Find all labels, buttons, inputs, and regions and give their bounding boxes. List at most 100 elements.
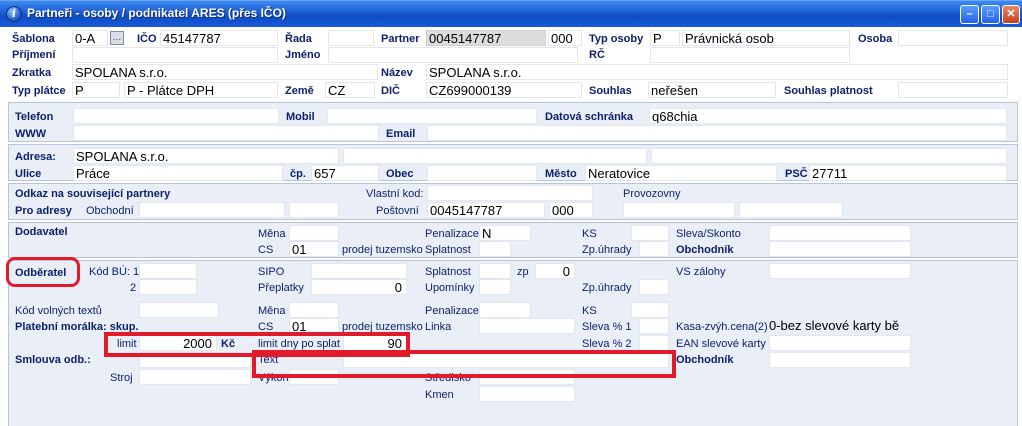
typ-platce-field[interactable]: P - Plátce DPH [124,82,278,98]
nazev-label: Název [381,67,413,79]
nazev-field[interactable]: SPOLANA s.r.o. [426,64,1008,80]
zkratka-label: Zkratka [12,67,52,79]
stroj-field[interactable] [139,369,251,385]
adresa-field[interactable]: SPOLANA s.r.o. [73,148,339,164]
dod-penalizace-field[interactable]: N [479,225,531,241]
kmen-field[interactable] [479,386,575,402]
odb-obchodnik-field[interactable] [769,352,911,368]
osoba-field[interactable] [898,30,1008,46]
ulice-field[interactable]: Práce [73,165,283,181]
smlouva-label: Smlouva odb.: [15,354,91,366]
dic-field[interactable]: CZ699000139 [426,82,582,98]
adresa-field-2[interactable] [343,148,647,164]
cp-field[interactable]: 657 [311,165,379,181]
limit-dny-field[interactable]: 90 [343,335,407,351]
obchodni-field[interactable] [139,202,285,218]
stredisko-field[interactable] [479,369,575,385]
postovni-suffix-field[interactable]: 000 [549,202,593,218]
sablona-picker-button[interactable]: … [110,31,124,45]
window-titlebar[interactable]: i Partneři - osoby / podnikatel ARES (př… [0,0,1022,27]
sleva2-field[interactable] [639,335,669,351]
ean-field[interactable] [769,335,911,351]
zkratka-field[interactable]: SPOLANA s.r.o. [72,64,378,80]
datova-schranka-field[interactable]: q68chia [649,108,1007,124]
maximize-button[interactable]: □ [981,5,1000,24]
odb-ks-field[interactable] [631,302,669,318]
info-icon: i [6,6,22,22]
preplatky-field[interactable]: 0 [311,279,407,295]
partner-suffix-field[interactable]: 000 [548,30,582,46]
sablona-field[interactable]: 0-A [72,30,108,46]
rc-label: RČ [589,49,605,61]
kod-bu-1-field[interactable] [139,263,197,279]
text-label: Text [258,354,279,366]
sleva1-field[interactable] [639,318,669,334]
sipo-field[interactable] [311,263,407,279]
vykon-field[interactable] [289,369,339,385]
ico-field[interactable]: 45147787 [160,30,278,46]
dod-cs-field[interactable]: 01 [289,241,339,257]
obec-field[interactable] [427,165,537,181]
upominky-field[interactable] [479,279,511,295]
mesto-field[interactable]: Neratovice [585,165,777,181]
kod-volnych-textu-field[interactable] [139,302,219,318]
postovni-field[interactable]: 0045147787 [427,202,545,218]
dod-ks-field[interactable] [631,225,669,241]
souhlas-field[interactable]: neřešen [648,82,776,98]
provozovny-field[interactable] [623,202,735,218]
mesto-label: Město [545,168,577,180]
typ-platce-code-field[interactable]: P [72,82,120,98]
dod-zp-uhrady-field[interactable] [639,241,669,257]
souhlas-platnost-field[interactable] [898,82,1008,98]
psc-field[interactable]: 27711 [809,165,1007,181]
limit-dny-label: limit dny po splat [258,338,340,350]
email-field[interactable] [427,125,1007,141]
close-button[interactable]: ✕ [1002,5,1020,24]
prijmeni-label: Příjmení [12,49,56,61]
prijmeni-field[interactable] [72,47,278,63]
odb-mena-field[interactable] [289,302,339,318]
zp-label: zp [517,266,529,278]
odb-splatnost-field[interactable] [479,263,511,279]
kod-bu-1-label: Kód BÚ: 1 [89,266,140,278]
zeme-field[interactable]: CZ [325,82,375,98]
odb-penalizace-field[interactable] [479,302,531,318]
dod-mena-label: Měna [258,228,286,240]
odb-penalizace-label: Penalizace [425,305,479,317]
zp-field[interactable]: 0 [535,263,575,279]
linka-field[interactable] [479,318,575,334]
rc-field[interactable] [650,47,850,63]
dod-obchodnik-field[interactable] [769,241,911,257]
odb-cs-field[interactable]: 01 [289,318,339,334]
typ-osoby-code-field[interactable]: P [650,30,680,46]
typ-osoby-label: Typ osoby [589,33,644,45]
limit-field[interactable]: 2000 [139,335,217,351]
provozovny-suffix-field[interactable] [739,202,843,218]
jmeno-field[interactable] [328,47,578,63]
limit-unit: Kč [221,338,236,350]
rada-field[interactable] [328,30,374,46]
typ-osoby-field[interactable]: Právnická osob [682,30,850,46]
kod-bu-2-field[interactable] [139,279,197,295]
smlouva-field[interactable] [139,352,251,368]
dod-splatnost-field[interactable] [479,241,511,257]
contact-panel: Telefon Mobil Datová schránka q68chia WW… [8,102,1018,142]
email-label: Email [386,128,416,140]
obchodni-suffix-field[interactable] [289,202,339,218]
mobil-field[interactable] [327,108,537,124]
minimize-button[interactable]: – [960,5,979,24]
www-field[interactable] [73,125,379,141]
telefon-field[interactable] [73,108,279,124]
dod-mena-field[interactable] [289,225,339,241]
dic-label: DIČ [381,85,400,97]
upominky-label: Upomínky [425,282,475,294]
linka-label: Linka [425,321,452,333]
sablona-label: Šablona [12,33,55,45]
preplatky-label: Přeplatky [258,282,304,294]
odb-zp-uhrady-field[interactable] [639,279,669,295]
vlastni-kod-field[interactable] [427,185,593,201]
vs-zalohy-field[interactable] [769,263,911,279]
dod-sleva-skonto-field[interactable] [769,225,911,241]
text-field[interactable] [343,352,669,368]
adresa-field-3[interactable] [651,148,1007,164]
